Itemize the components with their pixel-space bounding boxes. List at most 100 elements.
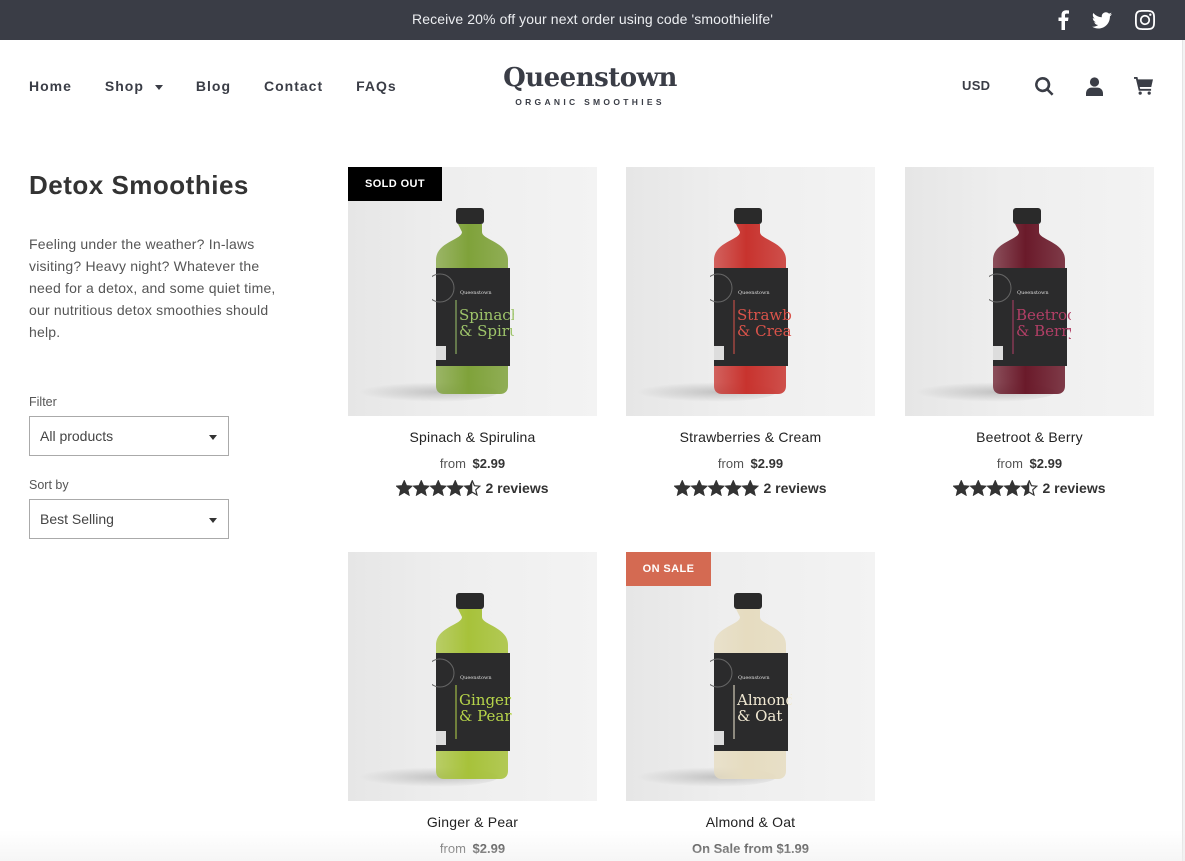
filter-label: Filter [29, 395, 57, 409]
product-card[interactable]: SOLD OUT Queenstown Spinach & Spirulina … [348, 167, 597, 496]
account-icon [1085, 76, 1103, 96]
label-flavor-2: & Cream [737, 322, 792, 340]
sold-out-badge: SOLD OUT [348, 167, 442, 201]
review-count: 2 reviews [1042, 480, 1106, 496]
twitter-link[interactable] [1090, 8, 1114, 32]
rating-stars [396, 480, 481, 496]
price-prefix: from [439, 456, 466, 471]
product-title[interactable]: Spinach & Spirulina [348, 429, 597, 445]
product-price: from $2.99 [348, 456, 597, 471]
product-image[interactable]: SOLD OUT Queenstown Spinach & Spirulina [348, 167, 597, 416]
product-rating[interactable]: 2 reviews [626, 480, 875, 496]
star-full-icon [430, 480, 447, 496]
logo[interactable]: Queenstown ORGANIC SMOOTHIES [500, 62, 680, 107]
label-brand: Queenstown [738, 675, 770, 681]
product-rating[interactable]: 2 reviews [905, 480, 1154, 496]
product-title[interactable]: Beetroot & Berry [905, 429, 1154, 445]
nav-label: Home [29, 78, 72, 94]
star-full-icon [987, 480, 1004, 496]
product-title[interactable]: Strawberries & Cream [626, 429, 875, 445]
account-button[interactable] [1083, 75, 1105, 97]
star-full-icon [447, 480, 464, 496]
search-icon [1034, 76, 1054, 96]
bottle-illustration: Queenstown Almond & Oat [710, 593, 792, 779]
nav-item-home[interactable]: Home [29, 78, 72, 94]
product-price: from $2.99 [905, 456, 1154, 471]
star-full-icon [396, 480, 413, 496]
product-price: from $2.99 [626, 456, 875, 471]
price-amount: $2.99 [1029, 456, 1063, 471]
product-image[interactable]: ON SALE Queenstown Almond & Oat [626, 552, 875, 801]
twitter-icon [1092, 11, 1112, 28]
price-prefix: from [439, 841, 466, 856]
price-prefix: from [717, 456, 744, 471]
instagram-icon [1135, 10, 1155, 30]
product-rating[interactable]: 2 reviews [348, 480, 597, 496]
announcement-bar: Receive 20% off your next order using co… [0, 0, 1185, 40]
nav-item-shop[interactable]: Shop [105, 78, 163, 94]
label-brand: Queenstown [460, 290, 492, 296]
star-half-icon [464, 480, 481, 496]
product-title[interactable]: Almond & Oat [626, 814, 875, 830]
star-full-icon [708, 480, 725, 496]
review-count: 2 reviews [485, 480, 549, 496]
product-image[interactable]: Queenstown Ginger & Pear [348, 552, 597, 801]
filter-select[interactable]: All products [29, 416, 229, 456]
product-card[interactable]: Queenstown Beetroot & Berry Beetroot & B… [905, 167, 1154, 496]
price-amount: $2.99 [472, 841, 506, 856]
sort-label: Sort by [29, 478, 69, 492]
star-full-icon [674, 480, 691, 496]
nav-item-blog[interactable]: Blog [196, 78, 231, 94]
currency-selector[interactable]: USD [962, 78, 990, 93]
product-image[interactable]: Queenstown Beetroot & Berry [905, 167, 1154, 416]
bottle-cap [734, 593, 762, 609]
instagram-link[interactable] [1133, 8, 1157, 32]
nav-label: Blog [195, 78, 232, 94]
product-card[interactable]: Queenstown Strawberries & Cream Strawber… [626, 167, 875, 496]
caret-down-icon [154, 84, 163, 90]
facebook-link[interactable] [1051, 8, 1075, 32]
label-flavor-2: & Oat [737, 707, 782, 725]
search-button[interactable] [1033, 75, 1055, 97]
facebook-icon [1058, 10, 1069, 30]
label-brand: Queenstown [460, 675, 492, 681]
nav-item-faqs[interactable]: FAQs [356, 78, 397, 94]
star-half-icon [1021, 480, 1038, 496]
bottle-cap [456, 208, 484, 224]
label-flavor-2: & Pear [459, 707, 512, 725]
star-full-icon [953, 480, 970, 496]
product-card[interactable]: Queenstown Ginger & Pear Ginger & Pear fr… [348, 552, 597, 856]
star-full-icon [725, 480, 742, 496]
star-full-icon [970, 480, 987, 496]
sort-select[interactable]: Best Selling [29, 499, 229, 539]
star-full-icon [742, 480, 759, 496]
bottle-illustration: Queenstown Ginger & Pear [432, 593, 512, 779]
cart-icon [1133, 77, 1153, 95]
rating-stars [953, 480, 1038, 496]
collection-sidebar: Detox Smoothies Feeling under the weathe… [29, 170, 289, 539]
price-amount: $2.99 [750, 456, 784, 471]
collection-description: Feeling under the weather? In-laws visit… [29, 236, 276, 340]
page-title: Detox Smoothies [29, 170, 249, 200]
price-prefix: from [996, 456, 1023, 471]
bottle-illustration: Queenstown Beetroot & Berry [989, 208, 1071, 394]
star-full-icon [691, 480, 708, 496]
product-title[interactable]: Ginger & Pear [348, 814, 597, 830]
barcode [993, 346, 1003, 360]
nav-item-contact[interactable]: Contact [264, 78, 323, 94]
label-brand: Queenstown [1017, 290, 1049, 296]
sort-value: Best Selling [40, 511, 114, 527]
barcode [436, 731, 446, 745]
nav-label: Shop [104, 78, 144, 94]
filter-value: All products [40, 428, 114, 444]
nav-label: FAQs [356, 78, 397, 94]
on-sale-badge: ON SALE [626, 552, 711, 586]
label-brand: Queenstown [738, 290, 770, 296]
star-full-icon [413, 480, 430, 496]
label-flavor-2: & Berry [1016, 322, 1071, 340]
cart-button[interactable] [1132, 75, 1154, 97]
product-image[interactable]: Queenstown Strawberries & Cream [626, 167, 875, 416]
product-card[interactable]: ON SALE Queenstown Almond & Oat Almond &… [626, 552, 875, 856]
review-count: 2 reviews [763, 480, 827, 496]
barcode [436, 346, 446, 360]
